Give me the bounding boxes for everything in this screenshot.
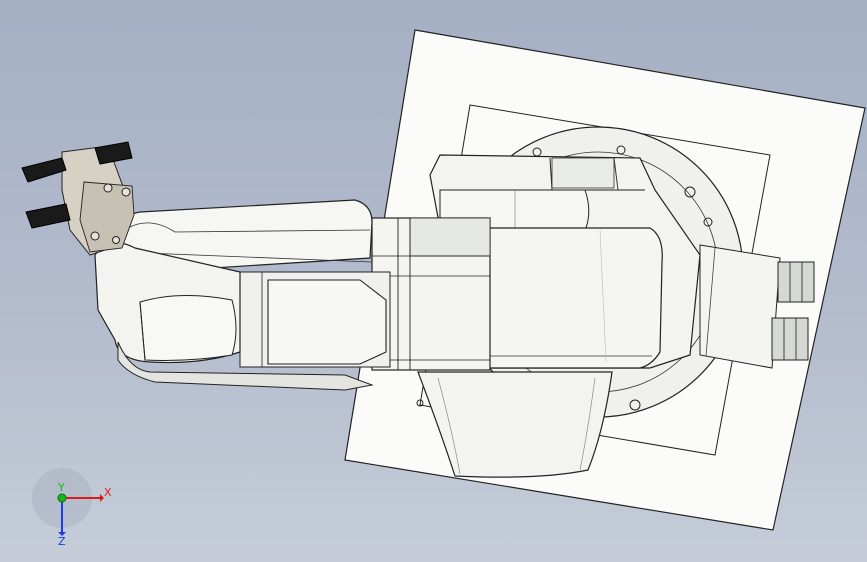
forearm-side-plate[interactable]	[239, 271, 391, 368]
y-axis-dot	[57, 493, 67, 503]
axis-triad: X Y Z	[32, 468, 112, 548]
rear-connector-block[interactable]	[699, 244, 781, 369]
y-axis-label: Y	[57, 481, 65, 494]
upper-arm-block[interactable]	[487, 227, 663, 369]
gripper-body[interactable]	[61, 145, 135, 256]
cad-viewport[interactable]: X Y Z	[0, 0, 867, 562]
rear-connector-plug-lower[interactable]	[771, 317, 809, 361]
gripper-finger-lower[interactable]	[25, 203, 71, 229]
z-axis-label: Z	[58, 535, 66, 548]
rear-connector-plug-upper[interactable]	[777, 261, 815, 303]
x-axis-label: X	[104, 486, 112, 499]
